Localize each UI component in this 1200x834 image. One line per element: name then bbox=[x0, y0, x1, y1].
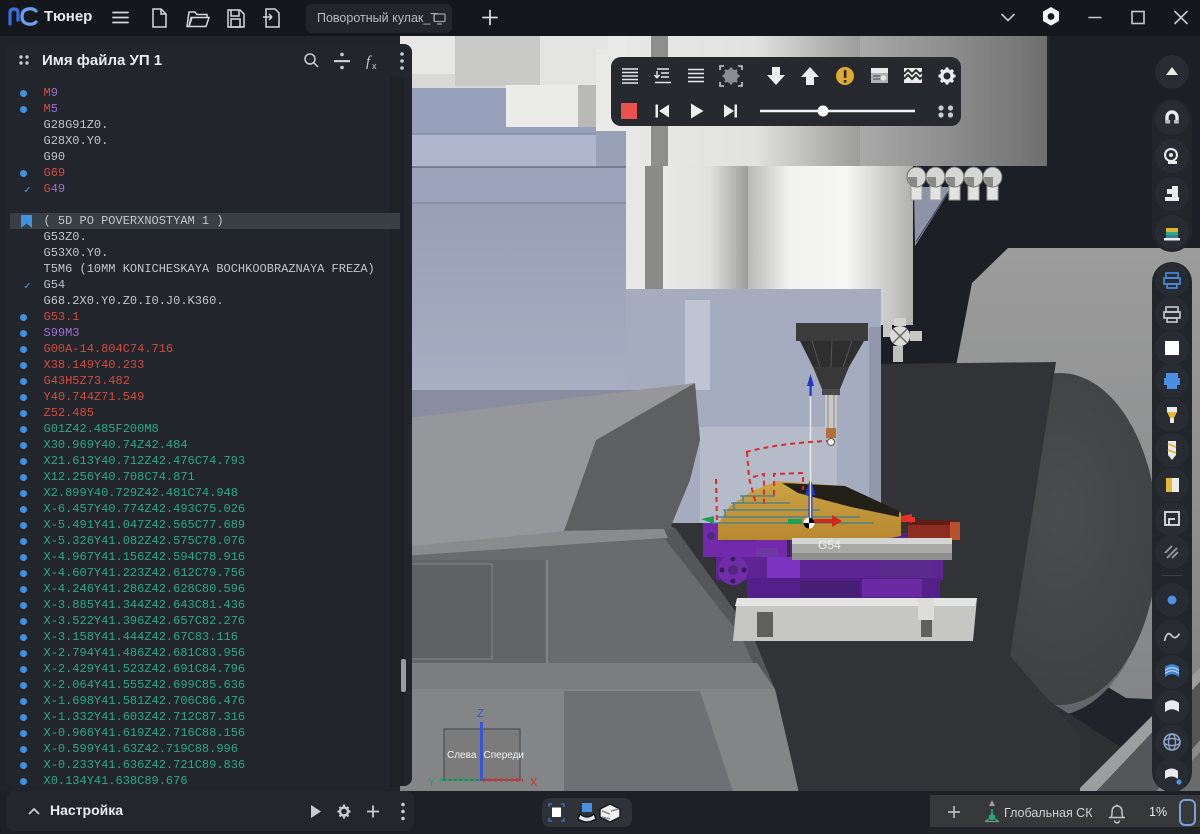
svg-text:Спереди: Спереди bbox=[484, 750, 525, 761]
svg-text:Слева: Слева bbox=[447, 750, 477, 761]
svg-text:Y: Y bbox=[428, 776, 435, 790]
svg-text:G54: G54 bbox=[818, 538, 841, 552]
svg-text:x: x bbox=[372, 61, 377, 71]
svg-text:X: X bbox=[530, 776, 537, 790]
svg-text:Z: Z bbox=[477, 707, 484, 721]
